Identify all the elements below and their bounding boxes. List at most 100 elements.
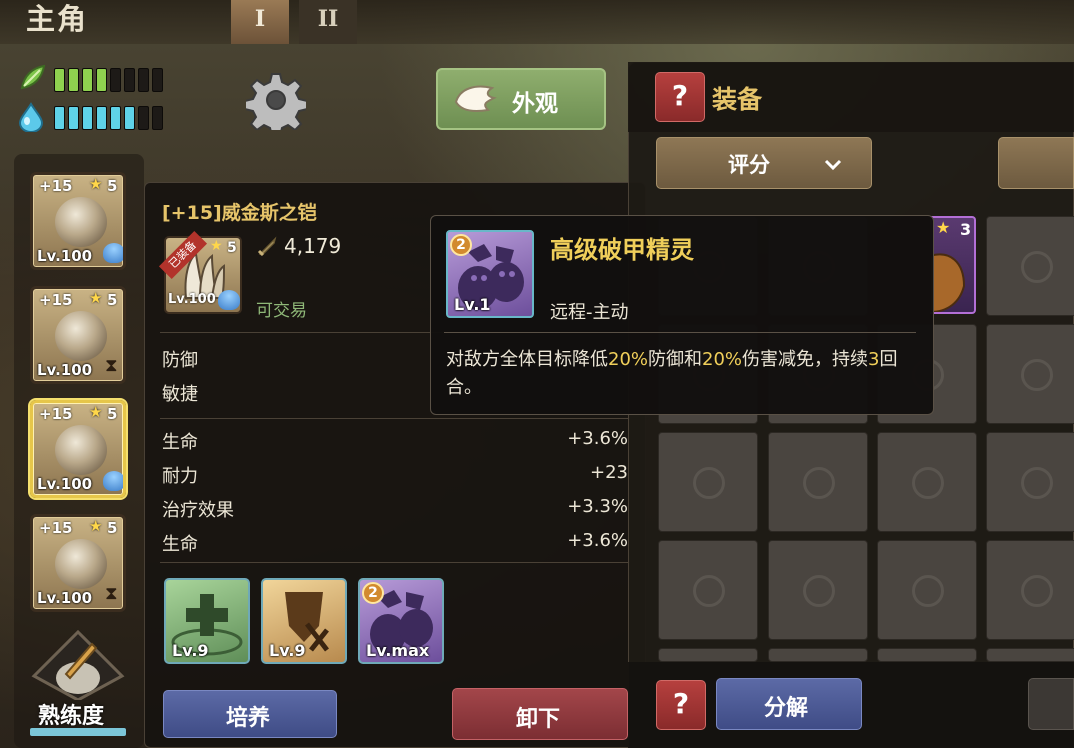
water-segment xyxy=(138,106,149,130)
inventory-slot[interactable] xyxy=(768,432,868,532)
item-level: Lv.100 xyxy=(168,292,216,307)
disassemble-help-button[interactable]: ? xyxy=(656,680,706,730)
footer-secondary-button[interactable] xyxy=(1028,678,1074,730)
gear-icon[interactable] xyxy=(246,70,306,130)
inventory-slot[interactable] xyxy=(986,540,1074,640)
stamina-segment xyxy=(110,68,121,92)
slot-enhance-level: +15 xyxy=(39,177,73,195)
claw-armor-icon xyxy=(55,425,107,475)
stamina-segment xyxy=(54,68,65,92)
power-value: 4,179 xyxy=(284,234,342,258)
slot-level: Lv.100 xyxy=(37,361,93,379)
divider xyxy=(160,418,630,419)
equipment-slot[interactable]: +15 ★ 5 Lv.100 xyxy=(30,400,126,498)
extra-stat-name: 治疗效果 xyxy=(162,500,234,521)
inventory-slot[interactable] xyxy=(877,540,977,640)
stamina-segment xyxy=(124,68,135,92)
desc-text: 对敌方全体目标降低 xyxy=(446,349,608,370)
empty-slot-icon xyxy=(803,467,835,499)
inventory-slot[interactable] xyxy=(986,432,1074,532)
water-segment xyxy=(54,106,65,130)
empty-slot-icon xyxy=(693,467,725,499)
extra-stat-value: +3.6% xyxy=(567,530,628,551)
extra-stat-name: 生命 xyxy=(162,534,198,555)
water-drop-icon xyxy=(18,102,44,132)
unequip-button-label: 卸下 xyxy=(516,707,561,732)
inventory-slot[interactable] xyxy=(768,648,868,662)
tradable-label: 可交易 xyxy=(256,301,307,321)
slot-level: Lv.100 xyxy=(37,475,93,493)
inventory-slot[interactable] xyxy=(658,648,758,662)
equipment-slot[interactable]: +15 ★ 5 Lv.100 xyxy=(30,172,126,270)
slot-enhance-level: +15 xyxy=(39,519,73,537)
spiky-helmet-icon xyxy=(55,311,107,361)
water-segment xyxy=(82,106,93,130)
skill-level: Lv.9 xyxy=(172,641,209,660)
extra-stat-value: +23 xyxy=(590,462,628,483)
equipment-slot[interactable]: +15 ★ 5 ⧗ Lv.100 xyxy=(30,514,126,612)
inventory-help-button[interactable]: ? xyxy=(655,72,705,122)
inventory-slot[interactable] xyxy=(658,540,758,640)
equipment-skill-slot[interactable]: Lv.9 xyxy=(164,578,250,664)
inventory-slot[interactable] xyxy=(986,216,1074,316)
filter-button[interactable] xyxy=(998,137,1074,189)
skill-rank-badge: 2 xyxy=(450,234,472,256)
stamina-segment xyxy=(96,68,107,92)
desc-highlight: 20% xyxy=(608,349,649,370)
header-bar xyxy=(0,0,1074,44)
slot-star-count: 5 xyxy=(107,519,118,537)
page-title: 主角 xyxy=(26,2,89,36)
proficiency-emblem-icon[interactable] xyxy=(30,630,126,700)
hourglass-icon: ⧗ xyxy=(105,355,118,376)
outfit-button-label: 外观 xyxy=(512,91,558,117)
empty-slot-icon xyxy=(1021,251,1053,283)
extra-stat-name: 耐力 xyxy=(162,466,198,487)
inventory-slot[interactable] xyxy=(877,432,977,532)
chevron-down-icon xyxy=(824,159,842,171)
sword-power-icon xyxy=(257,236,277,257)
empty-slot-icon xyxy=(693,575,725,607)
slot-star-count: 5 xyxy=(107,177,118,195)
tab-page-2[interactable]: II xyxy=(299,0,357,44)
star-icon: ★ xyxy=(89,175,103,193)
inventory-slot[interactable] xyxy=(877,648,977,662)
stamina-segment xyxy=(68,68,79,92)
star-icon: ★ xyxy=(936,218,951,237)
slot-enhance-level: +15 xyxy=(39,291,73,309)
inventory-slot[interactable] xyxy=(986,648,1074,662)
shell-icon xyxy=(103,243,123,263)
item-name: [+15]威金斯之铠 xyxy=(162,202,317,224)
star-icon: ★ xyxy=(89,289,103,307)
extra-stat-value: +3.3% xyxy=(567,496,628,517)
star-icon: ★ xyxy=(89,517,103,535)
stamina-segment xyxy=(152,68,163,92)
empty-slot-icon xyxy=(803,575,835,607)
angel-wings-icon xyxy=(454,85,497,112)
base-stat-name: 防御 xyxy=(162,350,198,371)
proficiency-label: 熟练度 xyxy=(38,704,105,729)
inventory-slot[interactable] xyxy=(986,324,1074,424)
stamina-bar xyxy=(54,66,240,94)
inventory-slot[interactable] xyxy=(768,540,868,640)
skill-level: Lv.max xyxy=(366,641,430,660)
slot-star-count: 5 xyxy=(107,405,118,423)
equipment-skill-slot[interactable]: 2 Lv.max xyxy=(358,578,444,664)
inventory-slot[interactable] xyxy=(658,432,758,532)
extra-stat-name: 生命 xyxy=(162,432,198,453)
equipment-slot[interactable]: +15 ★ 5 ⧗ Lv.100 xyxy=(30,286,126,384)
extra-stat-value: +3.6% xyxy=(567,428,628,449)
shell-icon xyxy=(218,290,240,310)
equipment-skill-slot[interactable]: Lv.9 xyxy=(261,578,347,664)
tab-page-1[interactable]: I xyxy=(231,0,289,44)
shell-icon xyxy=(103,471,123,491)
tooltip-skill-type: 远程-主动 xyxy=(550,302,629,323)
water-segment xyxy=(96,106,107,130)
disassemble-button-label: 分解 xyxy=(764,696,809,721)
empty-slot-icon xyxy=(1021,467,1053,499)
base-stat-name: 敏捷 xyxy=(162,384,198,405)
stamina-segment xyxy=(82,68,93,92)
skill-level: Lv.9 xyxy=(269,641,306,660)
water-segment xyxy=(124,106,135,130)
desc-highlight: 20% xyxy=(702,349,743,370)
proficiency-progress-bar xyxy=(30,728,126,736)
